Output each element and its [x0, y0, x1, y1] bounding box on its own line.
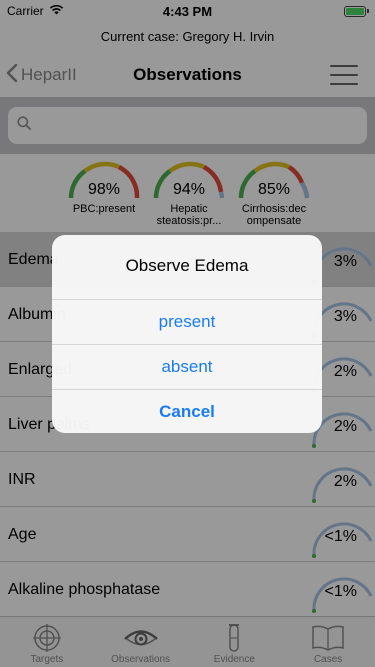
option-absent-button[interactable]: absent	[52, 344, 322, 389]
option-present-button[interactable]: present	[52, 299, 322, 344]
cancel-button[interactable]: Cancel	[52, 389, 322, 433]
alert-title: Observe Edema	[125, 256, 249, 275]
observe-alert-dialog: Observe Edema present absent Cancel	[52, 235, 322, 433]
